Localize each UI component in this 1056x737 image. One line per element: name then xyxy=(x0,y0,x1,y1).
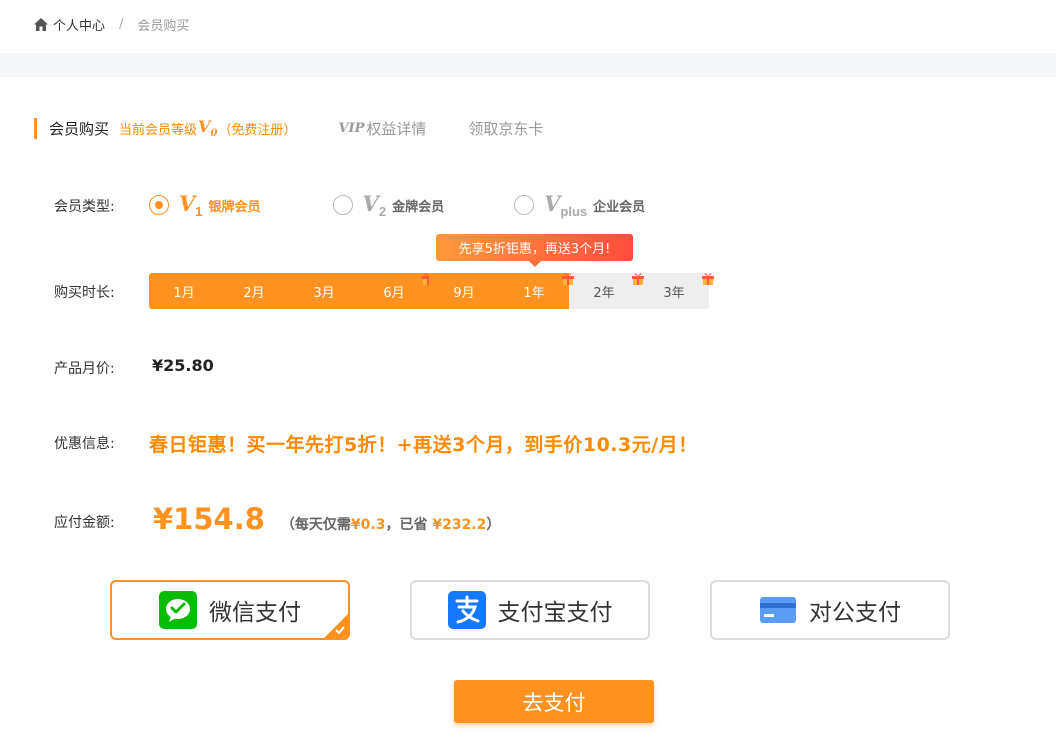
radio-circle-icon xyxy=(149,195,169,215)
radio-circle-icon xyxy=(514,195,535,215)
tab-jd-card[interactable]: 领取京东卡 xyxy=(468,118,543,139)
monthly-price-label: 产品月价: xyxy=(54,361,115,377)
duration-option-6-months[interactable]: 6月 xyxy=(359,273,434,309)
member-type-v2-label: 金牌会员 xyxy=(392,199,445,215)
go-pay-button[interactable]: 去支付 xyxy=(454,680,654,723)
member-type-vplus-label: 企业会员 xyxy=(593,199,646,215)
total-savings-note: （每天仅需¥0.3，已省 ¥232.2） xyxy=(280,517,501,533)
breadcrumb-home-link[interactable]: 个人中心 xyxy=(53,15,105,34)
duration-option-3-months[interactable]: 3月 xyxy=(289,273,359,309)
section-divider xyxy=(0,53,1056,77)
monthly-price-value: ¥25.80 xyxy=(152,356,214,375)
duration-option-2-months[interactable]: 2月 xyxy=(219,273,289,309)
wechat-pay-button[interactable]: 微信支付 xyxy=(110,580,350,640)
member-type-v1-radio[interactable]: V1 银牌会员 xyxy=(149,191,261,219)
breadcrumb-current: 会员购买 xyxy=(137,18,190,34)
duration-option-1-year[interactable]: 1年 xyxy=(499,273,574,309)
member-type-radio-group: V1 银牌会员 V2 金牌会员 Vplus 企业会员 xyxy=(149,190,645,220)
saved-amount: ¥232.2 xyxy=(432,517,487,533)
breadcrumb-separator: / xyxy=(119,16,124,32)
corporate-pay-button[interactable]: 对公支付 xyxy=(710,580,950,640)
member-type-label: 会员类型: xyxy=(54,199,115,215)
duration-option-9-months[interactable]: 9月 xyxy=(429,273,499,309)
v2-logo: V2 xyxy=(362,190,387,220)
active-tab-indicator xyxy=(34,117,37,139)
per-day-price: ¥0.3 xyxy=(350,517,386,533)
duration-option-1-month[interactable]: 1月 xyxy=(149,273,219,309)
duration-option-3-years[interactable]: 3年 xyxy=(639,273,714,309)
alipay-button[interactable]: 支付宝支付 xyxy=(410,580,650,640)
duration-label: 购买时长: xyxy=(54,285,115,301)
bank-card-icon xyxy=(760,597,796,623)
current-level-note: 当前会员等级 V0 （免费注册） xyxy=(119,117,296,139)
tab-vip-benefits-label: 权益详情 xyxy=(366,119,427,138)
gift-icon xyxy=(702,273,714,285)
member-type-v2-radio[interactable]: V2 金牌会员 xyxy=(332,190,445,220)
home-icon xyxy=(34,17,48,31)
level-v-logo: V0 xyxy=(198,116,218,140)
check-icon xyxy=(335,626,345,635)
promo-text: 春日钜惠！买一年先打5折！+再送3个月，到手价10.3元/月！ xyxy=(149,434,698,456)
member-type-vplus-radio[interactable]: Vplus 企业会员 xyxy=(514,191,645,219)
alipay-label: 支付宝支付 xyxy=(497,600,613,626)
radio-circle-icon xyxy=(332,195,353,215)
discount-tooltip: 先享5折钜惠，再送3个月! xyxy=(436,234,633,267)
vplus-logo: Vplus xyxy=(544,190,588,220)
level-suffix: （免费注册） xyxy=(218,122,297,138)
breadcrumb: 个人中心 / 会员购买 xyxy=(34,14,189,34)
member-type-v1-label: 银牌会员 xyxy=(208,199,261,215)
total-amount: ¥154.8 xyxy=(153,502,265,536)
wechat-pay-label: 微信支付 xyxy=(209,600,301,626)
duration-selector: 1月 2月 3月 6月 9月 1年 2年 3年 xyxy=(149,273,714,309)
promo-label: 优惠信息: xyxy=(54,436,115,452)
level-prefix: 当前会员等级 xyxy=(119,122,198,138)
tab-vip-benefits[interactable]: VIP 权益详情 xyxy=(338,118,426,139)
alipay-icon xyxy=(447,591,486,629)
tab-bar: 会员购买 当前会员等级 V0 （免费注册） VIP 权益详情 领取京东卡 xyxy=(34,116,543,140)
wechat-pay-icon xyxy=(159,591,197,629)
tab-member-purchase[interactable]: 会员购买 xyxy=(49,118,109,139)
vip-logo-icon: VIP xyxy=(338,120,365,136)
corporate-pay-label: 对公支付 xyxy=(809,600,901,626)
total-amount-row: ¥154.8 （每天仅需¥0.3，已省 ¥232.2） xyxy=(153,502,500,536)
total-label: 应付金额: xyxy=(54,515,115,531)
v1-logo: V1 xyxy=(179,190,203,220)
duration-option-2-years[interactable]: 2年 xyxy=(569,273,644,309)
